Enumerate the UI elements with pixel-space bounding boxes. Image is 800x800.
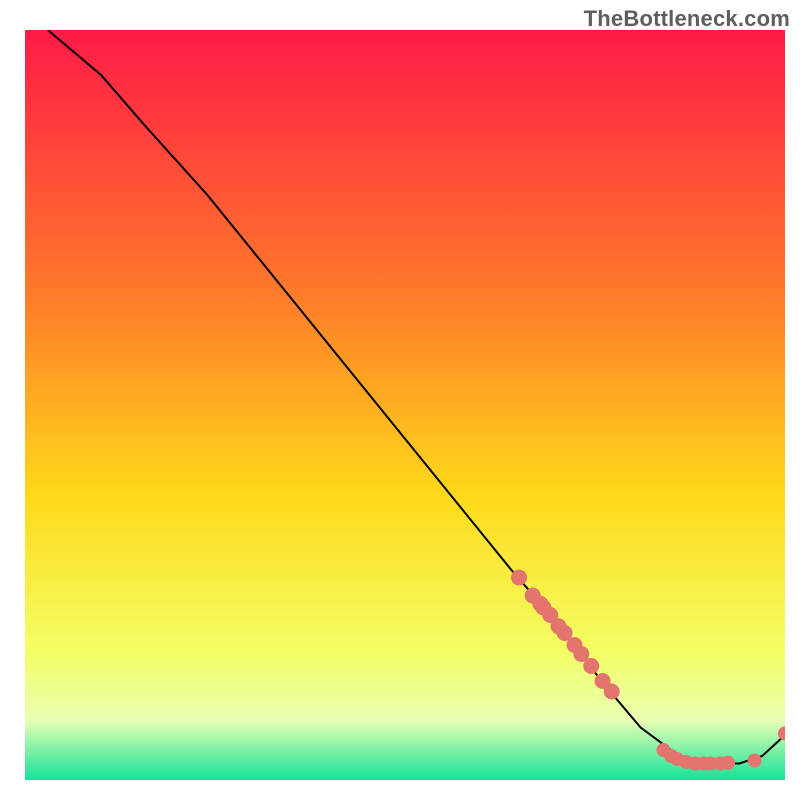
- data-point: [748, 754, 762, 768]
- data-point: [511, 570, 527, 586]
- data-point: [604, 684, 620, 700]
- data-point: [778, 727, 792, 741]
- data-point: [583, 658, 599, 674]
- bottleneck-chart: [0, 0, 800, 800]
- data-point: [721, 756, 735, 770]
- chart-container: TheBottleneck.com: [0, 0, 800, 800]
- chart-background: [25, 30, 785, 780]
